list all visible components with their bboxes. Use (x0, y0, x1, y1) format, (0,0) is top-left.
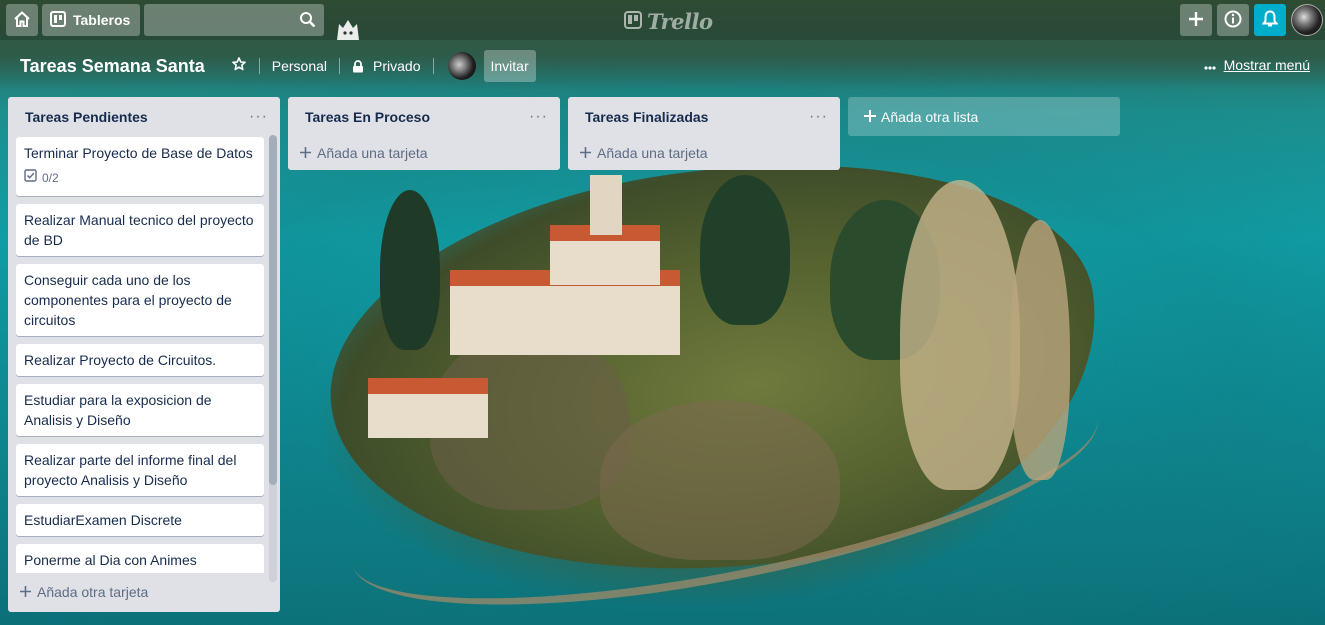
header-actions (1180, 4, 1323, 36)
create-button[interactable] (1180, 4, 1212, 36)
plus-icon (20, 584, 31, 600)
list-title[interactable]: Tareas En Proceso (305, 109, 430, 125)
card[interactable]: EstudiarExamen Discrete (16, 504, 264, 536)
list-title[interactable]: Tareas Finalizadas (585, 109, 708, 125)
list-header[interactable]: Tareas Finalizadas ··· (568, 97, 840, 137)
card[interactable]: Realizar parte del informe final del pro… (16, 444, 264, 496)
island (305, 118, 1125, 622)
add-card-button[interactable]: Añada una tarjeta (568, 137, 840, 169)
card[interactable]: Estudiar para la exposicion de Analisis … (16, 384, 264, 436)
island-shore (335, 335, 1115, 625)
show-menu-label: Mostrar menú (1223, 57, 1310, 73)
member-avatar[interactable] (447, 52, 476, 80)
list-header[interactable]: Tareas Pendientes ··· (8, 97, 280, 137)
show-menu-button[interactable]: Mostrar menú (1204, 57, 1310, 73)
user-avatar[interactable] (1291, 4, 1323, 36)
tree (600, 400, 840, 560)
search-icon[interactable] (299, 11, 316, 33)
list-tareas-en-proceso: Tareas En Proceso ··· Añada una tarjeta (288, 97, 560, 170)
card-title: Realizar parte del informe final del pro… (24, 452, 237, 488)
notifications-button[interactable] (1254, 4, 1286, 36)
add-card-label: Añada una tarjeta (317, 145, 428, 161)
search-input[interactable] (144, 4, 325, 36)
trello-logo-text: Trello (647, 9, 713, 34)
home-button[interactable] (6, 4, 38, 36)
tree (430, 330, 630, 510)
boards-label: Tableros (73, 12, 131, 28)
card[interactable]: Realizar Manual tecnico del proyecto de … (16, 204, 264, 256)
tree (380, 190, 440, 350)
plus-icon (300, 145, 311, 161)
tree (1010, 220, 1070, 480)
monastery-building (450, 270, 680, 355)
plus-icon (580, 145, 591, 161)
plus-icon (864, 109, 876, 125)
tree (700, 175, 790, 325)
lock-icon (352, 59, 364, 73)
checklist-icon (24, 168, 37, 188)
checklist-count: 0/2 (42, 171, 59, 185)
monastery-building (550, 225, 660, 285)
visibility-button[interactable]: Privado (352, 58, 421, 74)
info-icon (1224, 10, 1242, 31)
card-title: Estudiar para la exposicion de Analisis … (24, 392, 212, 428)
info-button[interactable] (1217, 4, 1249, 36)
add-card-button[interactable]: Añada una tarjeta (288, 137, 560, 169)
list-title[interactable]: Tareas Pendientes (25, 109, 148, 125)
boathouse (368, 378, 488, 438)
add-list-button[interactable]: Añada otra lista (848, 97, 1120, 136)
card[interactable]: Ponerme al Dia con Animes (16, 544, 264, 573)
add-list-label: Añada otra lista (881, 108, 979, 125)
search-box[interactable] (144, 4, 325, 36)
add-card-button[interactable]: Añada otra tarjeta (8, 573, 280, 611)
card-title: EstudiarExamen Discrete (24, 512, 182, 528)
visibility-label: Privado (373, 58, 421, 74)
card-title: Ponerme al Dia con Animes (24, 552, 197, 568)
list-menu-icon[interactable]: ··· (249, 109, 268, 125)
card-list: Terminar Proyecto de Base de Datos 0/2 R… (8, 137, 280, 573)
list-menu-icon[interactable]: ··· (529, 109, 548, 125)
boards-icon (50, 10, 66, 30)
card-title: Realizar Proyecto de Circuitos. (24, 352, 217, 368)
divider (339, 58, 341, 74)
divider (432, 58, 434, 74)
card[interactable]: Terminar Proyecto de Base de Datos 0/2 (16, 137, 264, 196)
list-tareas-pendientes: Tareas Pendientes ··· Terminar Proyecto … (8, 97, 280, 612)
top-header: Tableros Trello (0, 0, 1325, 40)
ellipsis-icon (1204, 57, 1216, 73)
card[interactable]: Conseguir cada uno de los componentes pa… (16, 264, 264, 336)
list-menu-icon[interactable]: ··· (809, 109, 828, 125)
home-icon (13, 10, 31, 31)
team-button[interactable]: Personal (272, 58, 327, 74)
board-title[interactable]: Tareas Semana Santa (20, 56, 205, 77)
card[interactable]: Realizar Proyecto de Circuitos. (16, 344, 264, 376)
divider (258, 58, 260, 74)
checklist-badge: 0/2 (24, 168, 256, 188)
card-title: Terminar Proyecto de Base de Datos (24, 145, 253, 161)
add-card-label: Añada otra tarjeta (37, 584, 149, 600)
bell-icon (1261, 9, 1279, 31)
boards-button[interactable]: Tableros (42, 4, 141, 36)
invite-button[interactable]: Invitar (483, 50, 536, 82)
tree (830, 200, 940, 360)
trello-logo-icon (624, 9, 642, 34)
scrollbar-thumb[interactable] (269, 135, 277, 485)
plus-icon (1188, 11, 1204, 30)
tree (900, 180, 1020, 490)
board-header: Tareas Semana Santa Personal Privado Inv… (0, 44, 1325, 88)
list-scrollbar[interactable] (269, 135, 277, 582)
bell-tower (590, 175, 622, 235)
taco-mascot-icon (334, 16, 362, 45)
list-tareas-finalizadas: Tareas Finalizadas ··· Añada una tarjeta (568, 97, 840, 170)
star-icon[interactable] (231, 57, 247, 75)
add-card-label: Añada una tarjeta (597, 145, 708, 161)
list-header[interactable]: Tareas En Proceso ··· (288, 97, 560, 137)
trello-logo[interactable]: Trello (624, 9, 713, 34)
card-title: Conseguir cada uno de los componentes pa… (24, 272, 232, 328)
card-title: Realizar Manual tecnico del proyecto de … (24, 212, 254, 248)
